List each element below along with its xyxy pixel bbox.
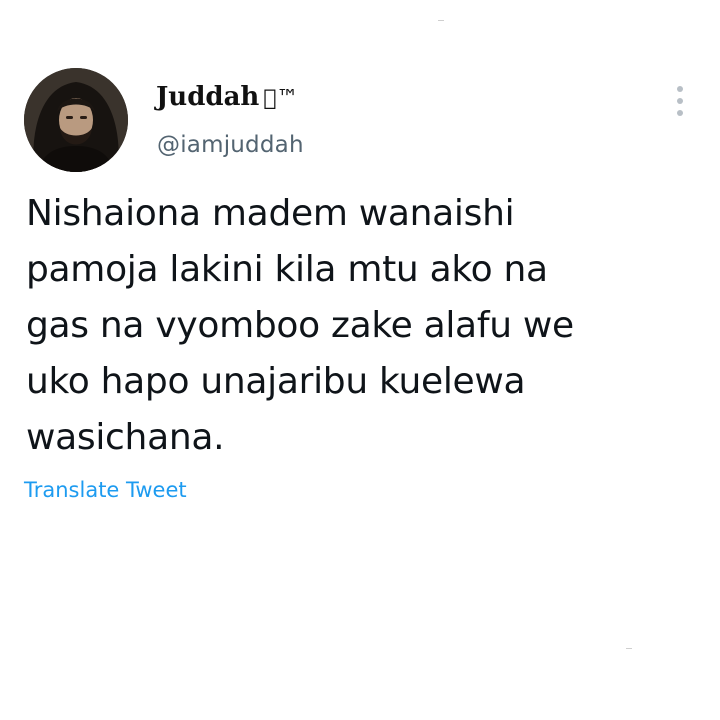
tweet-text-line: uko hapo unajaribu kuelewa [26, 361, 526, 402]
translate-tweet-link[interactable]: Translate Tweet [24, 476, 187, 504]
more-vertical-icon [677, 86, 683, 92]
author-handle[interactable]: @iamjuddah [157, 131, 304, 159]
tweet-text-line: Nishaiona madem wanaishi [26, 193, 515, 234]
avatar-photo [24, 68, 128, 172]
divider-speck [626, 648, 632, 649]
tweet-card: Juddah™ @iamjuddah Nishaiona madem wana… [0, 0, 720, 720]
divider-speck [438, 20, 444, 21]
tweet-text-line: wasichana. [26, 417, 225, 458]
more-vertical-icon [677, 98, 683, 104]
tweet-text-line: gas na vyomboo zake alafu we [26, 305, 574, 346]
tweet-text: Nishaiona madem wanaishi pamoja lakini k… [26, 186, 696, 466]
display-name-text: Juddah [156, 82, 260, 112]
more-vertical-icon [677, 110, 683, 116]
name-badge: ™ [263, 86, 298, 111]
avatar[interactable] [24, 68, 128, 172]
more-options-button[interactable] [668, 84, 692, 118]
author-display-name[interactable]: Juddah™ [156, 82, 299, 114]
tweet-text-line: pamoja lakini kila mtu ako na [26, 249, 548, 290]
